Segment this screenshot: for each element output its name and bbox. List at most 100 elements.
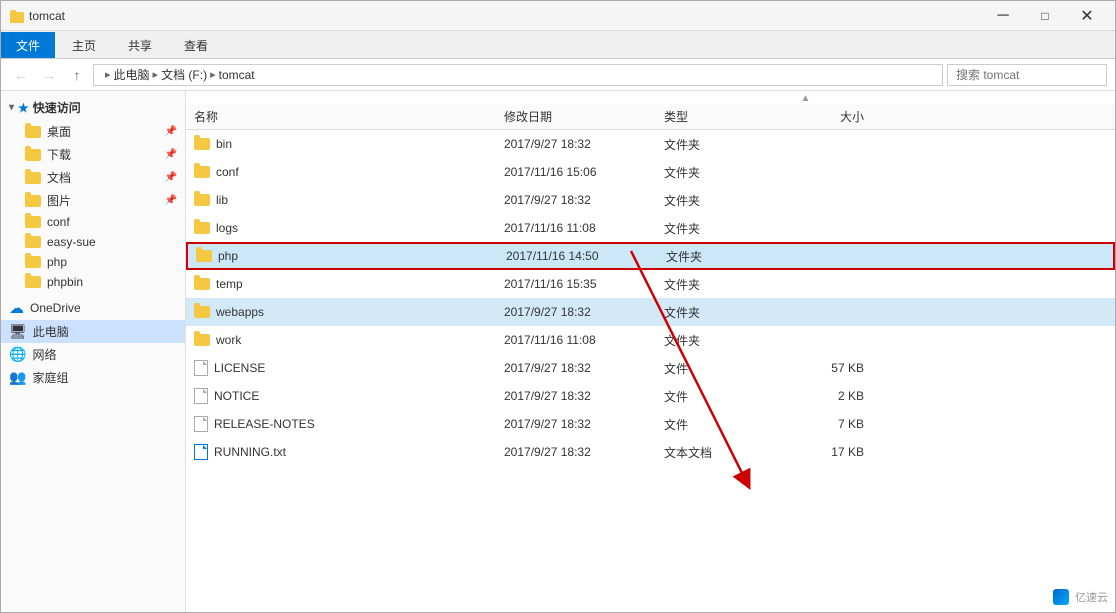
pin-icon-pictures: 📌	[165, 195, 177, 206]
network-icon: 🌐	[9, 346, 26, 363]
file-type: 文本文档	[664, 444, 784, 461]
title-bar-icons: tomcat	[9, 8, 65, 24]
file-date: 2017/9/27 18:32	[504, 361, 664, 375]
sidebar-item-label-desktop: 桌面	[47, 123, 71, 140]
computer-icon: 🖥	[9, 323, 27, 340]
forward-button[interactable]: →	[37, 63, 61, 87]
maximize-button[interactable]: □	[1025, 2, 1065, 30]
file-row-notice[interactable]: NOTICE 2017/9/27 18:32 文件 2 KB	[186, 382, 1115, 410]
title-bar: tomcat ─ □ ✕	[1, 1, 1115, 31]
folder-icon	[25, 195, 41, 207]
sidebar-item-label-network: 网络	[32, 346, 56, 363]
sidebar-item-label-pictures: 图片	[47, 192, 71, 209]
sort-indicator: ▲	[186, 91, 1115, 104]
col-header-type[interactable]: 类型	[664, 108, 784, 125]
path-tomcat[interactable]: tomcat	[219, 68, 255, 82]
tab-home[interactable]: 主页	[57, 32, 111, 58]
sidebar-section-label-quick-access: 快速访问	[33, 99, 81, 116]
sidebar-item-this-pc[interactable]: 🖥 此电脑	[1, 320, 185, 343]
file-row-running-txt[interactable]: RUNNING.txt 2017/9/27 18:32 文本文档 17 KB	[186, 438, 1115, 466]
sidebar-item-label-phpbin: phpbin	[47, 275, 83, 289]
folder-icon	[25, 172, 41, 184]
quick-access-star-icon: ★	[18, 101, 29, 115]
homegroup-icon: 👥	[9, 369, 26, 386]
folder-icon	[25, 276, 41, 288]
folder-icon	[25, 216, 41, 228]
file-icon	[194, 360, 208, 376]
sidebar-item-conf[interactable]: conf	[1, 212, 185, 232]
folder-icon	[196, 250, 212, 262]
file-row-conf[interactable]: conf 2017/11/16 15:06 文件夹	[186, 158, 1115, 186]
file-row-logs[interactable]: logs 2017/11/16 11:08 文件夹	[186, 214, 1115, 242]
file-name: RUNNING.txt	[214, 445, 286, 459]
minimize-button[interactable]: ─	[983, 2, 1023, 30]
file-type: 文件	[664, 388, 784, 405]
file-date: 2017/11/16 11:08	[504, 333, 664, 347]
folder-icon	[194, 194, 210, 206]
sidebar-item-network[interactable]: 🌐 网络	[1, 343, 185, 366]
folder-icon	[194, 138, 210, 150]
up-button[interactable]: ↑	[65, 63, 89, 87]
file-type: 文件夹	[664, 304, 784, 321]
sidebar-item-php[interactable]: php	[1, 252, 185, 272]
file-name: bin	[216, 137, 232, 151]
tab-view[interactable]: 查看	[169, 32, 223, 58]
sidebar-item-easy-sue[interactable]: easy-sue	[1, 232, 185, 252]
file-row-php[interactable]: php 2017/11/16 14:50 文件夹	[186, 242, 1115, 270]
file-list-header: 名称 修改日期 类型 大小	[186, 104, 1115, 130]
tab-share[interactable]: 共享	[113, 32, 167, 58]
path-documents[interactable]: 文档 (F:)	[161, 66, 207, 83]
folder-icon	[194, 166, 210, 178]
file-row-lib[interactable]: lib 2017/9/27 18:32 文件夹	[186, 186, 1115, 214]
col-name-label: 名称	[194, 108, 218, 125]
watermark-logo	[1053, 589, 1069, 605]
address-path[interactable]: ▸ 此电脑 ▸ 文档 (F:) ▸ tomcat	[93, 64, 943, 86]
path-sep-2: ▸	[210, 68, 216, 81]
file-row-work[interactable]: work 2017/11/16 11:08 文件夹	[186, 326, 1115, 354]
file-type: 文件夹	[666, 248, 786, 265]
tab-file[interactable]: 文件	[1, 32, 55, 58]
file-row-release-notes[interactable]: RELEASE-NOTES 2017/9/27 18:32 文件 7 KB	[186, 410, 1115, 438]
sidebar-item-label-onedrive: OneDrive	[30, 301, 81, 315]
back-button[interactable]: ←	[9, 63, 33, 87]
sidebar-item-documents[interactable]: 文档 📌	[1, 166, 185, 189]
col-header-date[interactable]: 修改日期	[504, 108, 664, 125]
file-type: 文件夹	[664, 276, 784, 293]
file-name: NOTICE	[214, 389, 259, 403]
file-date: 2017/9/27 18:32	[504, 305, 664, 319]
file-row-license[interactable]: LICENSE 2017/9/27 18:32 文件 57 KB	[186, 354, 1115, 382]
file-date: 2017/11/16 11:08	[504, 221, 664, 235]
file-icon-titlebar	[9, 8, 25, 24]
folder-icon	[194, 306, 210, 318]
path-this-pc[interactable]: 此电脑	[114, 66, 150, 83]
file-date: 2017/9/27 18:32	[504, 193, 664, 207]
file-row-temp[interactable]: temp 2017/11/16 15:35 文件夹	[186, 270, 1115, 298]
file-size: 17 KB	[784, 445, 864, 459]
pin-icon-downloads: 📌	[165, 149, 177, 160]
file-type: 文件夹	[664, 136, 784, 153]
sidebar-item-label-documents: 文档	[47, 169, 71, 186]
sidebar-item-homegroup[interactable]: 👥 家庭组	[1, 366, 185, 389]
sidebar-item-pictures[interactable]: 图片 📌	[1, 189, 185, 212]
sidebar-section-quick-access[interactable]: ▾ ★ 快速访问	[1, 95, 185, 120]
col-header-size[interactable]: 大小	[784, 108, 864, 125]
sidebar-item-label-downloads: 下载	[47, 146, 71, 163]
col-header-name[interactable]: 名称	[194, 108, 504, 125]
sidebar: ▾ ★ 快速访问 桌面 📌 下载 📌 文档 📌 图片	[1, 91, 186, 612]
file-name: RELEASE-NOTES	[214, 417, 315, 431]
close-button[interactable]: ✕	[1067, 2, 1107, 30]
file-name: lib	[216, 193, 228, 207]
sidebar-item-phpbin[interactable]: phpbin	[1, 272, 185, 292]
sidebar-item-onedrive[interactable]: ☁ OneDrive	[1, 296, 185, 320]
file-size: 57 KB	[784, 361, 864, 375]
sidebar-item-downloads[interactable]: 下载 📌	[1, 143, 185, 166]
file-row-bin[interactable]: bin 2017/9/27 18:32 文件夹	[186, 130, 1115, 158]
path-sep-1: ▸	[153, 68, 159, 81]
search-input[interactable]	[947, 64, 1107, 86]
onedrive-icon: ☁	[9, 299, 24, 317]
sidebar-item-desktop[interactable]: 桌面 📌	[1, 120, 185, 143]
file-row-webapps[interactable]: webapps 2017/9/27 18:32 文件夹	[186, 298, 1115, 326]
folder-icon	[25, 236, 41, 248]
watermark-text: 亿速云	[1075, 589, 1108, 605]
sidebar-item-label-easy-sue: easy-sue	[47, 235, 96, 249]
